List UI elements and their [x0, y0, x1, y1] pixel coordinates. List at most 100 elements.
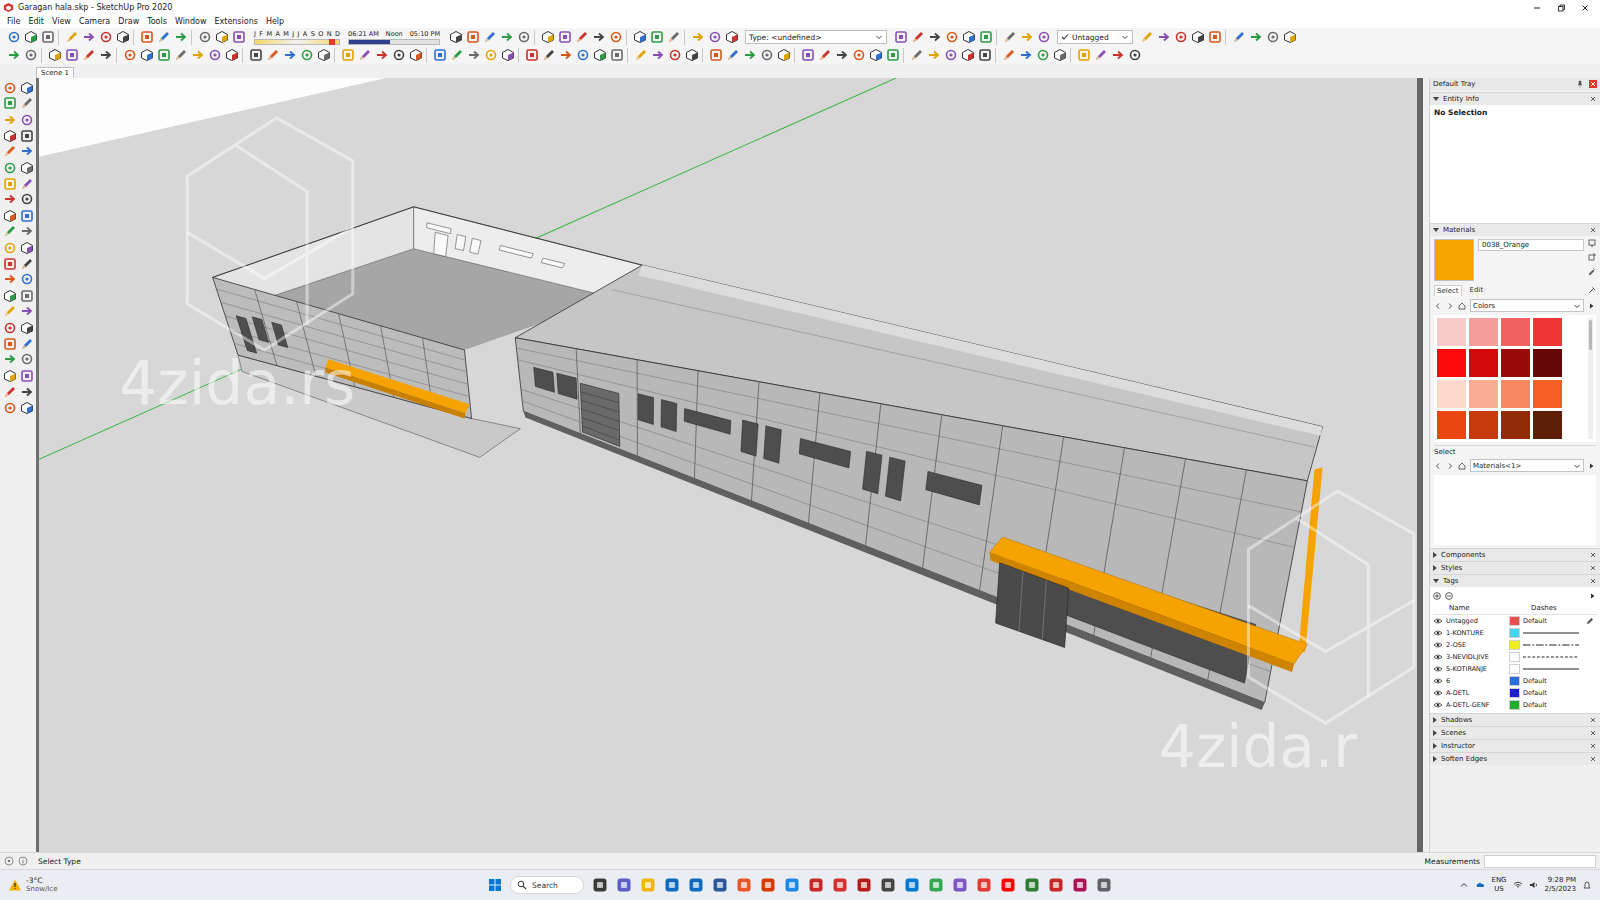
app-icon[interactable] [904, 877, 920, 893]
tool-icon[interactable] [225, 48, 239, 62]
tool-icon[interactable] [1111, 48, 1125, 62]
app-icon[interactable] [1048, 877, 1064, 893]
tool-icon[interactable] [886, 48, 900, 62]
tool-icon[interactable] [3, 96, 17, 110]
tool-icon[interactable] [651, 48, 665, 62]
tag-row[interactable]: UntaggedDefault [1433, 615, 1597, 627]
tool-icon[interactable] [1266, 30, 1280, 44]
tag-row[interactable]: 3-NEVIDLJIVE [1433, 651, 1597, 663]
tool-icon[interactable] [82, 48, 96, 62]
tag-color-swatch[interactable] [1509, 652, 1520, 662]
tool-icon[interactable] [894, 30, 908, 44]
tag-color-swatch[interactable] [1509, 664, 1520, 674]
tool-icon[interactable] [743, 48, 757, 62]
tool-icon[interactable] [450, 48, 464, 62]
forward-icon[interactable] [1446, 462, 1454, 470]
color-swatch[interactable] [1501, 349, 1530, 377]
app-icon[interactable] [712, 877, 728, 893]
menu-item[interactable]: Extensions [210, 17, 261, 26]
app-icon[interactable] [784, 877, 800, 893]
tool-icon[interactable] [392, 48, 406, 62]
tool-icon[interactable] [911, 30, 925, 44]
tool-icon[interactable] [24, 48, 38, 62]
tool-icon[interactable] [541, 30, 555, 44]
panel-header[interactable]: Materials [1430, 223, 1600, 236]
tool-icon[interactable] [1003, 30, 1017, 44]
restore-icon[interactable] [1556, 3, 1566, 13]
tool-icon[interactable] [634, 48, 648, 62]
tag-dashes[interactable]: Default [1523, 701, 1583, 709]
back-icon[interactable] [1434, 302, 1442, 310]
tool-icon[interactable] [20, 209, 34, 223]
panel-header[interactable]: Soften Edges [1430, 752, 1600, 765]
tag-row[interactable]: 2-OSE [1433, 639, 1597, 651]
details-icon[interactable] [1588, 302, 1596, 310]
tool-icon[interactable] [20, 321, 34, 335]
tool-icon[interactable] [20, 289, 34, 303]
tool-icon[interactable] [174, 30, 188, 44]
tool-icon[interactable] [3, 192, 17, 206]
tag-color-swatch[interactable] [1509, 676, 1520, 686]
tool-icon[interactable] [20, 272, 34, 286]
menu-item[interactable]: Edit [24, 17, 48, 26]
tool-icon[interactable] [1249, 30, 1263, 44]
close-icon[interactable] [1589, 742, 1597, 750]
tool-icon[interactable] [725, 30, 739, 44]
tool-icon[interactable] [1036, 48, 1050, 62]
close-icon[interactable] [1589, 755, 1597, 763]
tool-icon[interactable] [962, 30, 976, 44]
expand-icon[interactable] [1433, 228, 1439, 232]
tool-icon[interactable] [266, 48, 280, 62]
menu-item[interactable]: Window [171, 17, 211, 26]
color-swatch[interactable] [1501, 380, 1530, 408]
tool-icon[interactable] [500, 30, 514, 44]
details-icon[interactable] [1588, 462, 1596, 470]
eye-icon[interactable] [1433, 701, 1443, 709]
tool-icon[interactable] [1094, 48, 1108, 62]
eye-icon[interactable] [1433, 677, 1443, 685]
tool-icon[interactable] [1128, 48, 1142, 62]
tool-icon[interactable] [3, 352, 17, 366]
eye-icon[interactable] [1433, 689, 1443, 697]
tool-icon[interactable] [7, 48, 21, 62]
tool-icon[interactable] [433, 48, 447, 62]
tool-icon[interactable] [157, 48, 171, 62]
tool-icon[interactable] [483, 30, 497, 44]
tag-dropdown[interactable]: Untagged [1057, 30, 1133, 44]
tool-icon[interactable] [558, 30, 572, 44]
tag-row[interactable]: A-DETLDefault [1433, 687, 1597, 699]
scroll-thumb[interactable] [1589, 320, 1592, 350]
tool-icon[interactable] [685, 48, 699, 62]
pin-icon[interactable] [1576, 80, 1584, 88]
app-icon[interactable] [736, 877, 752, 893]
tool-icon[interactable] [20, 224, 34, 238]
tool-icon[interactable] [20, 177, 34, 191]
tool-icon[interactable] [650, 30, 664, 44]
tool-icon[interactable] [3, 304, 17, 318]
eye-icon[interactable] [1433, 653, 1443, 661]
tool-icon[interactable] [65, 48, 79, 62]
app-icon[interactable] [1096, 877, 1112, 893]
tool-icon[interactable] [140, 30, 154, 44]
color-swatch[interactable] [1533, 411, 1562, 439]
tool-icon[interactable] [20, 304, 34, 318]
tool-icon[interactable] [818, 48, 832, 62]
tool-icon[interactable] [944, 48, 958, 62]
app-icon[interactable] [856, 877, 872, 893]
chevron-up-icon[interactable] [1459, 880, 1469, 890]
tool-icon[interactable] [20, 192, 34, 206]
tool-icon[interactable] [3, 369, 17, 383]
color-swatch[interactable] [1501, 411, 1530, 439]
minimize-icon[interactable] [1532, 3, 1542, 13]
notification-icon[interactable] [1582, 880, 1592, 890]
details-icon[interactable] [1589, 592, 1597, 600]
close-icon[interactable] [1589, 564, 1597, 572]
tool-icon[interactable] [928, 30, 942, 44]
app-icon[interactable] [952, 877, 968, 893]
tool-icon[interactable] [467, 48, 481, 62]
tool-icon[interactable] [609, 30, 623, 44]
tool-icon[interactable] [20, 385, 34, 399]
tool-icon[interactable] [1232, 30, 1246, 44]
close-icon[interactable] [1589, 729, 1597, 737]
model-viewport[interactable]: 4zida.rs4zida.r [36, 78, 1423, 852]
